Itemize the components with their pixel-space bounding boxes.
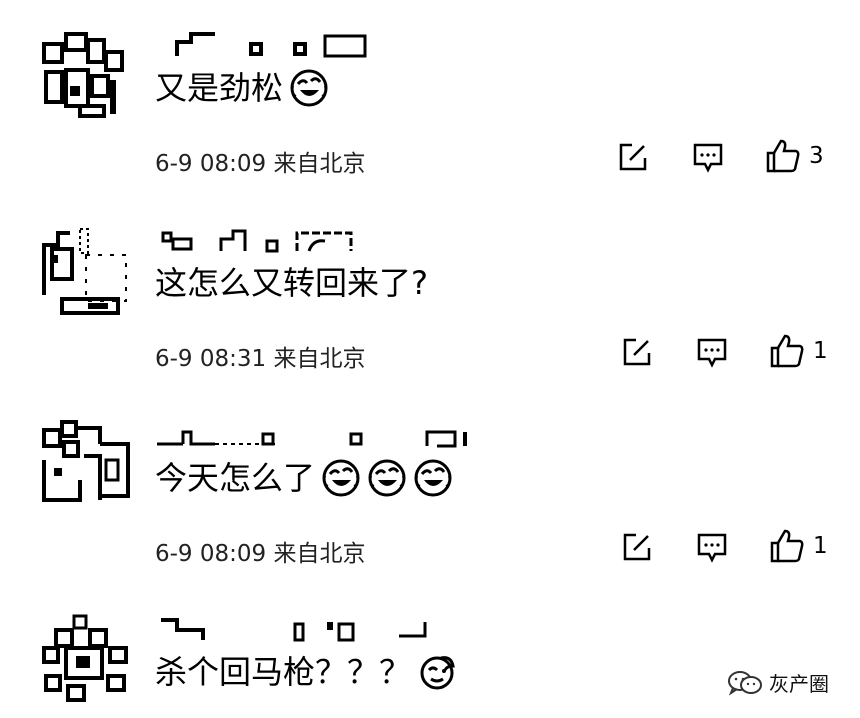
comment-text-row: 今天怎么了 (155, 458, 453, 498)
comment-icon (697, 338, 727, 368)
like-button[interactable]: 1 (769, 333, 828, 369)
comment-button[interactable] (693, 142, 723, 174)
reply-button[interactable] (618, 142, 648, 172)
comment-text: 今天怎么了 (155, 459, 316, 497)
laugh-cry-emoji-icon (289, 68, 329, 108)
laugh-cry-emoji-icon (413, 458, 453, 498)
comment-item: 杀个回马枪？？？ (0, 614, 860, 718)
slap-face-emoji-icon (417, 652, 457, 692)
username-redacted[interactable] (155, 616, 495, 642)
like-button[interactable]: 1 (769, 528, 828, 564)
comment-meta: 6-9 08:09 来自北京 (155, 541, 366, 567)
edit-icon (619, 143, 647, 171)
username-redacted[interactable] (155, 227, 495, 253)
laugh-cry-emoji-icon (367, 458, 407, 498)
comment-text-row: 杀个回马枪？？？ (155, 652, 457, 692)
watermark-label: 灰产圈 (769, 672, 829, 696)
avatar[interactable] (40, 225, 132, 317)
comment-item: 今天怎么了 6-9 08:09 来自北京 1 (0, 420, 860, 610)
laugh-cry-emoji-icon (321, 458, 361, 498)
comment-item: 又是劲松 6-9 08:09 来自北京 3 (0, 30, 860, 220)
comment-icon (693, 143, 723, 173)
watermark: 灰产圈 (727, 668, 829, 697)
comment-meta: 6-9 08:09 来自北京 (155, 151, 366, 177)
reply-button[interactable] (622, 337, 652, 367)
comment-text: 杀个回马枪？？？ (155, 653, 412, 691)
thumbs-up-icon (770, 529, 804, 563)
comment-text: 这怎么又转回来了? (155, 264, 428, 302)
avatar[interactable] (40, 30, 132, 122)
comment-button[interactable] (697, 337, 727, 369)
reply-button[interactable] (622, 532, 652, 562)
comment-text: 又是劲松 (155, 69, 284, 107)
comment-icon (697, 533, 727, 563)
avatar[interactable] (40, 614, 132, 706)
thumbs-up-icon (766, 139, 800, 173)
comment-button[interactable] (697, 532, 727, 564)
username-redacted[interactable] (155, 32, 495, 58)
username-redacted[interactable] (155, 422, 495, 448)
edit-icon (623, 533, 651, 561)
avatar[interactable] (40, 420, 132, 512)
like-count: 1 (813, 338, 828, 364)
comment-item: 这怎么又转回来了? 6-9 08:31 来自北京 1 (0, 225, 860, 415)
comment-meta: 6-9 08:31 来自北京 (155, 346, 366, 372)
comment-text-row: 这怎么又转回来了? (155, 263, 428, 303)
thumbs-up-icon (770, 334, 804, 368)
comment-text-row: 又是劲松 (155, 68, 329, 108)
like-count: 1 (813, 533, 828, 559)
like-button[interactable]: 3 (765, 138, 824, 174)
like-count: 3 (809, 143, 824, 169)
edit-icon (623, 338, 651, 366)
wechat-icon (728, 670, 762, 696)
